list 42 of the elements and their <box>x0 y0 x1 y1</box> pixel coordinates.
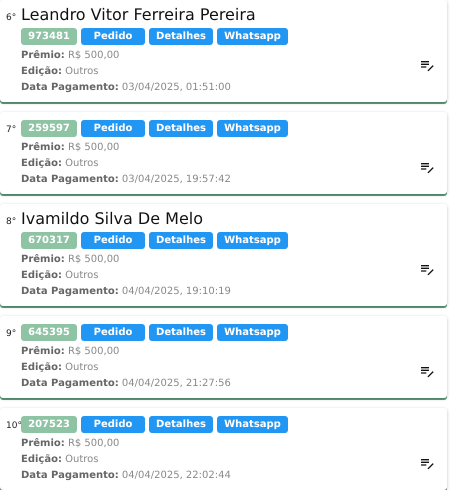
action-button[interactable]: Detalhes <box>149 232 213 249</box>
winner-name: Ivamildo Silva De Melo <box>21 210 204 228</box>
action-button[interactable]: Pedido <box>81 120 145 137</box>
info-line: Edição: Outros <box>21 453 100 467</box>
action-button[interactable]: Pedido <box>81 324 145 341</box>
action-button[interactable]: Detalhes <box>149 416 213 433</box>
rank-label: 9° <box>6 329 18 339</box>
info-line: Prêmio: R$ 500,00 <box>21 49 120 63</box>
info-line: Edição: Outros <box>21 65 100 79</box>
info-line: Data Pagamento: 03/04/2025, 01:51:00 <box>21 81 232 95</box>
rank-label: 6° <box>6 13 18 23</box>
action-button[interactable]: Whatsapp <box>217 416 288 433</box>
action-button[interactable]: Whatsapp <box>217 324 288 341</box>
winner-name: Leandro Vitor Ferreira Pereira <box>21 6 257 24</box>
rank-label: 7° <box>6 125 18 135</box>
ticket-code: 670317 <box>21 232 77 249</box>
action-button[interactable]: Pedido <box>81 416 145 433</box>
action-button[interactable]: Whatsapp <box>217 28 288 45</box>
action-button[interactable]: Detalhes <box>149 324 213 341</box>
info-line: Edição: Outros <box>21 361 100 375</box>
ticket-code: 207523 <box>21 416 77 433</box>
action-button[interactable]: Whatsapp <box>217 120 288 137</box>
info-line: Prêmio: R$ 500,00 <box>21 437 120 451</box>
info-line: Data Pagamento: 04/04/2025, 19:10:19 <box>21 285 232 299</box>
info-line: Data Pagamento: 03/04/2025, 19:57:42 <box>21 173 232 187</box>
info-line: Prêmio: R$ 500,00 <box>21 253 120 267</box>
info-line: Data Pagamento: 04/04/2025, 21:27:56 <box>21 377 232 391</box>
action-button[interactable]: Detalhes <box>149 120 213 137</box>
action-button[interactable]: Whatsapp <box>217 232 288 249</box>
rank-label: 8° <box>6 217 18 227</box>
action-button[interactable]: Detalhes <box>149 28 213 45</box>
info-line: Prêmio: R$ 500,00 <box>21 345 120 359</box>
info-line: Data Pagamento: 04/04/2025, 22:02:44 <box>21 469 232 483</box>
info-line: Prêmio: R$ 500,00 <box>21 141 120 155</box>
info-line: Edição: Outros <box>21 269 100 283</box>
info-line: Edição: Outros <box>21 157 100 171</box>
action-button[interactable]: Pedido <box>81 28 145 45</box>
ticket-code: 645395 <box>21 324 77 341</box>
rank-label: 10° <box>6 421 21 431</box>
ticket-code: 259597 <box>21 120 77 137</box>
action-button[interactable]: Pedido <box>81 232 145 249</box>
ticket-code: 973481 <box>21 28 77 45</box>
